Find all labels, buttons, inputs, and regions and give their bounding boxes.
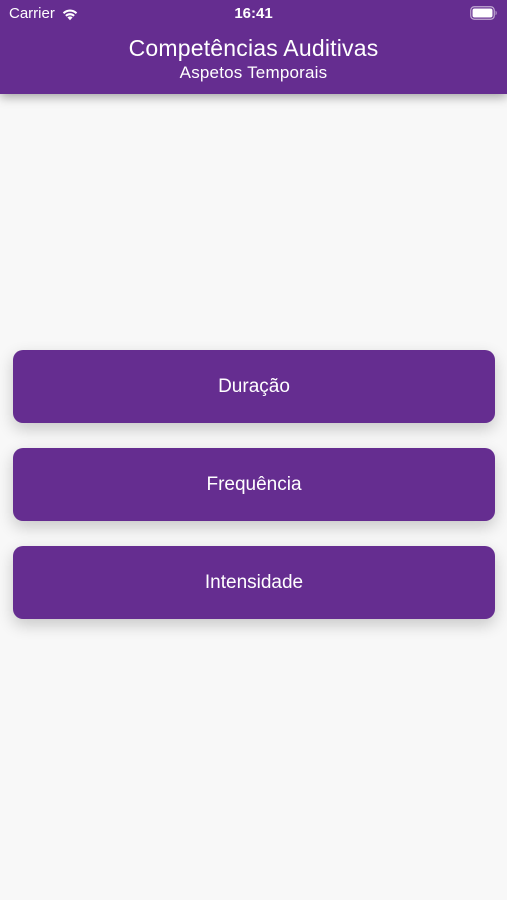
page-subtitle: Aspetos Temporais bbox=[179, 63, 328, 82]
duracao-button-label: Duração bbox=[218, 375, 290, 397]
intensidade-button[interactable]: Intensidade bbox=[13, 546, 495, 619]
status-time: 16:41 bbox=[234, 5, 273, 22]
frequencia-button[interactable]: Frequência bbox=[13, 448, 495, 521]
status-bar: Carrier 16:41 bbox=[0, 0, 507, 28]
battery-icon bbox=[470, 6, 497, 20]
duracao-button[interactable]: Duração bbox=[13, 350, 495, 423]
frequencia-button-label: Frequência bbox=[206, 473, 302, 495]
app-header: Carrier 16:41 Competências Auditivas Asp… bbox=[0, 0, 507, 94]
menu-list: Duração Frequência Intensidade bbox=[13, 350, 495, 644]
intensidade-button-label: Intensidade bbox=[204, 571, 304, 593]
page-title: Competências Auditivas bbox=[128, 35, 379, 61]
title-block: Competências Auditivas Aspetos Temporais bbox=[0, 34, 507, 84]
